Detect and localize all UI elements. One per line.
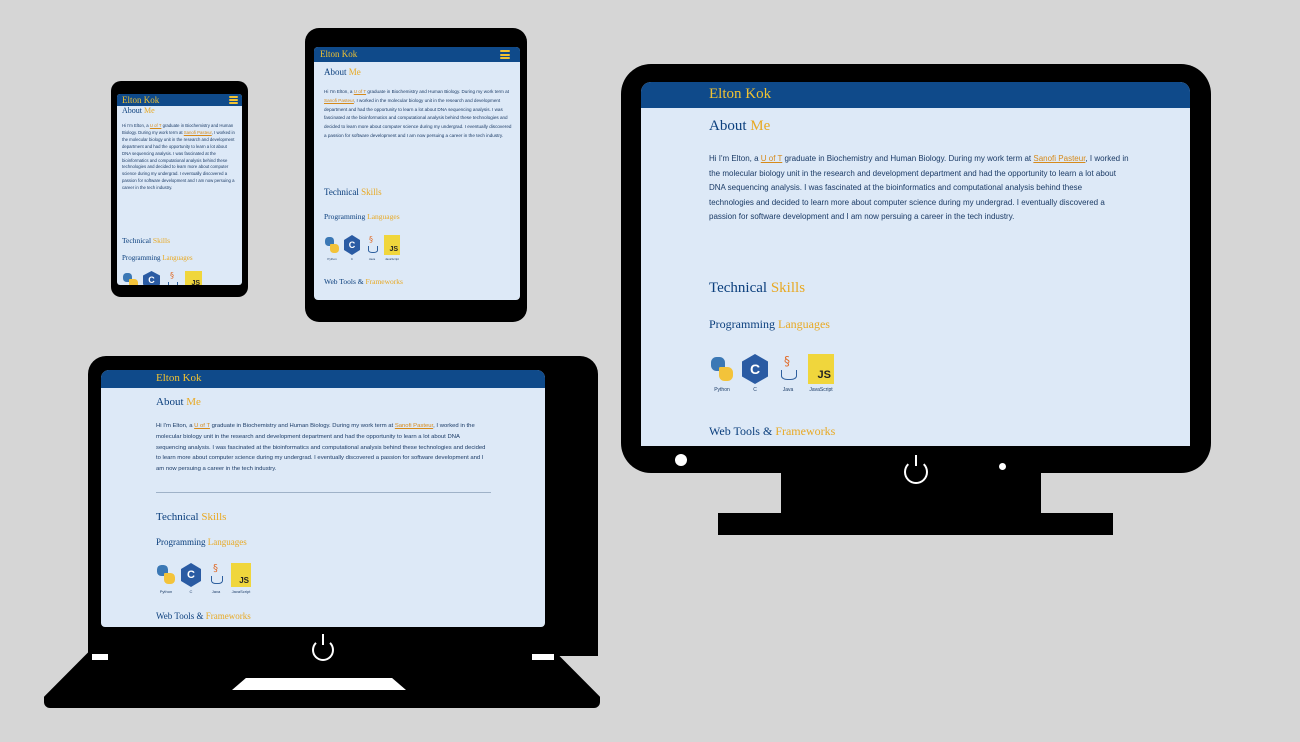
c-language-icon: C — [143, 271, 160, 285]
language-javascript: JSJavaScript — [384, 235, 400, 261]
site-header: Elton Kok — [117, 94, 242, 106]
language-c: CC — [344, 235, 360, 261]
about-paragraph: Hi I'm Elton, a U of T graduate in Bioch… — [324, 89, 512, 138]
programming-languages-heading: Programming Languages — [156, 537, 247, 547]
technical-skills-heading: Technical Skills — [156, 511, 227, 523]
java-icon: § — [206, 563, 226, 587]
about-heading: About Me — [122, 106, 155, 115]
language-python: Python — [709, 354, 735, 393]
programming-languages-heading: Programming Languages — [324, 212, 400, 221]
language-icons: Python CC §Java JSJavaScript — [324, 235, 400, 261]
monitor-stand — [718, 513, 1113, 535]
desktop-monitor: Elton Kok About Me Hi I'm Elton, a U of … — [621, 64, 1211, 536]
monitor-led-dot — [999, 463, 1006, 470]
c-language-icon: C — [344, 235, 360, 255]
uoft-link[interactable]: U of T — [354, 89, 366, 94]
about-paragraph: Hi I'm Elton, a U of T graduate in Bioch… — [156, 423, 486, 473]
menu-icon[interactable] — [229, 96, 238, 104]
language-c: CC — [181, 563, 201, 594]
python-icon — [122, 271, 139, 285]
about-heading: About Me — [709, 118, 771, 134]
sanofi-link[interactable]: Sanofi Pasteur — [324, 98, 354, 103]
java-icon: § — [164, 271, 181, 285]
uoft-link[interactable]: U of T — [194, 423, 210, 429]
c-language-icon: C — [742, 354, 768, 384]
laptop-key-right — [532, 654, 554, 660]
language-javascript: JSJavaScript — [185, 271, 202, 285]
c-language-icon: C — [181, 563, 201, 587]
language-java: §Java — [206, 563, 226, 594]
language-c: CC — [742, 354, 768, 393]
language-python: Python — [324, 235, 340, 261]
site-header: Elton Kok — [101, 370, 545, 388]
site-header: Elton Kok — [314, 47, 520, 62]
javascript-icon: JS — [185, 271, 202, 285]
language-icons: Python CC §Java JSJavaScript — [709, 354, 834, 393]
monitor-camera-dot — [675, 454, 687, 466]
tablet-device: Elton Kok About Me Hi I'm Elton, a U of … — [305, 28, 527, 322]
language-icons: Python CC §Java JSJavaScript — [156, 563, 251, 594]
technical-skills-heading: Technical Skills — [709, 279, 806, 296]
technical-skills-heading: Technical Skills — [324, 187, 382, 197]
javascript-icon: JS — [808, 354, 834, 384]
language-c: CC — [143, 271, 160, 285]
phone-device: Elton Kok About Me Hi I'm Elton, a U of … — [111, 81, 248, 297]
language-javascript: JSJavaScript — [808, 354, 834, 393]
site-brand[interactable]: Elton Kok — [320, 49, 357, 59]
sanofi-link[interactable]: Sanofi Pasteur — [1033, 154, 1085, 163]
site-brand[interactable]: Elton Kok — [709, 86, 771, 103]
language-java: §Java — [364, 235, 380, 261]
programming-languages-heading: Programming Languages — [709, 316, 830, 331]
python-icon — [156, 563, 176, 587]
laptop-device: Elton Kok About Me Hi I'm Elton, a U of … — [44, 356, 600, 710]
sanofi-link[interactable]: Sanofi Pasteur — [395, 423, 433, 429]
python-icon — [709, 354, 735, 384]
java-icon: § — [364, 235, 380, 255]
site-brand[interactable]: Elton Kok — [156, 372, 202, 384]
about-heading: About Me — [324, 67, 361, 77]
laptop-trackpad — [232, 678, 406, 690]
javascript-icon: JS — [384, 235, 400, 255]
language-javascript: JSJavaScript — [231, 563, 251, 594]
language-icons: Python CC §Java JSJavaScript — [122, 271, 202, 285]
uoft-link[interactable]: U of T — [150, 123, 162, 128]
uoft-link[interactable]: U of T — [761, 154, 783, 163]
tablet-screen: Elton Kok About Me Hi I'm Elton, a U of … — [314, 47, 520, 300]
menu-icon[interactable] — [500, 50, 510, 59]
javascript-icon: JS — [231, 563, 251, 587]
section-divider — [156, 492, 491, 493]
language-java: §Java — [164, 271, 181, 285]
about-paragraph: Hi I'm Elton, a U of T graduate in Bioch… — [709, 154, 1129, 221]
web-tools-heading: Web Tools & Frameworks — [709, 424, 836, 438]
site-brand[interactable]: Elton Kok — [122, 95, 159, 105]
laptop-key-left — [92, 654, 108, 660]
power-icon — [312, 639, 334, 661]
about-paragraph: Hi I'm Elton, a U of T graduate in Bioch… — [122, 123, 235, 191]
language-python: Python — [156, 563, 176, 594]
web-tools-heading: Web Tools & Frameworks — [156, 611, 251, 621]
site-header: Elton Kok — [641, 82, 1190, 108]
java-icon: § — [775, 354, 801, 384]
web-tools-heading: Web Tools & Frameworks — [324, 277, 403, 286]
python-icon — [324, 235, 340, 255]
programming-languages-heading: Programming Languages — [122, 254, 193, 262]
language-python: Python — [122, 271, 139, 285]
language-java: §Java — [775, 354, 801, 393]
technical-skills-heading: Technical Skills — [122, 236, 171, 245]
power-icon — [904, 460, 928, 484]
laptop-screen: Elton Kok About Me Hi I'm Elton, a U of … — [101, 370, 545, 627]
phone-screen: Elton Kok About Me Hi I'm Elton, a U of … — [117, 94, 242, 285]
desktop-screen: Elton Kok About Me Hi I'm Elton, a U of … — [641, 82, 1190, 446]
about-heading: About Me — [156, 396, 201, 408]
sanofi-link[interactable]: Sanofi Pasteur — [184, 130, 212, 135]
